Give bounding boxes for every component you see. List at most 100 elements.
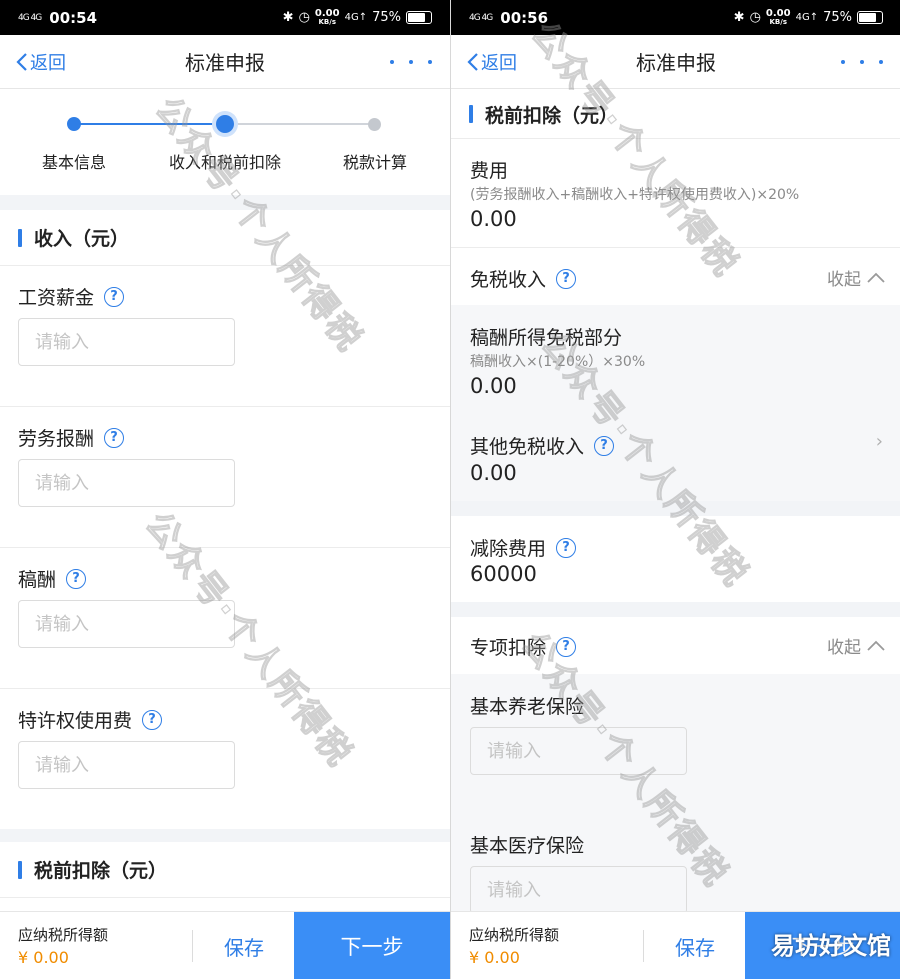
bluetooth-icon: ✱ [733,10,745,25]
taxable-income-label: 应纳税所得额 [469,926,560,944]
screen-left: 4G 4G 00:54 ✱ ◷ 0.00 KB/s 4G↑ 75% 返回 标准申报 [0,0,450,979]
collapse-toggle[interactable]: 收起 [827,633,885,658]
chevron-up-icon [867,272,885,283]
help-icon[interactable]: ? [594,435,615,456]
field-label: 特许权使用费? [18,706,163,733]
taxable-income-label: 应纳税所得额 [18,926,109,944]
row-title: 稿酬所得免税部分 [470,327,623,349]
battery-percent: 75% [823,10,852,25]
taxable-income-amount: ¥ 0.00 [18,948,69,967]
row-value: 0.00 [470,461,517,485]
field-labor: 劳务报酬? [0,407,450,548]
chevron-up-icon [867,640,885,651]
reduction-row: 减除费用? 60000 [451,516,900,602]
back-label: 返回 [481,52,517,74]
row-title: 专项扣除? [470,633,577,660]
field-franchise: 特许权使用费? [0,689,450,829]
section-title: 收入（元） [34,228,130,250]
back-label: 返回 [30,52,66,74]
next-step-button[interactable]: 下一步 [294,912,450,979]
deduction-section-header: 税前扣除（元） [0,842,450,898]
chevron-right-icon[interactable]: › [876,431,883,452]
row-title: 免税收入? [470,265,577,292]
medical-insurance-input[interactable] [470,866,687,914]
section-gap [0,195,450,210]
help-icon[interactable]: ? [556,268,577,289]
taxable-income-amount: ¥ 0.00 [469,948,520,967]
page-title: 标准申报 [185,51,265,75]
step-line-done [74,123,225,125]
page-title: 标准申报 [636,51,716,75]
status-time: 00:54 [49,8,98,27]
field-salary: 工资薪金? [0,266,450,407]
signal-icon: 4G 4G [469,12,493,23]
battery-icon [857,11,883,24]
network-type: 4G↑ [795,12,819,23]
row-value: 0.00 [470,374,517,398]
screen-right: 4G 4G 00:56 ✱ ◷ 0.00 KB/s 4G↑ 75% 返回 标准申报… [451,0,900,979]
row-value: 0.00 [470,207,517,231]
help-icon[interactable]: ? [66,568,87,589]
alarm-icon: ◷ [749,10,761,25]
more-menu-icon[interactable] [841,59,883,64]
labor-income-input[interactable] [18,459,235,507]
status-time: 00:56 [500,8,549,27]
row-formula: (劳务报酬收入+稿酬收入+特许权使用费收入)×20% [470,187,800,203]
save-button[interactable]: 保存 [196,912,292,979]
net-speed: 0.00 KB/s [314,7,340,26]
section-gap [0,829,450,842]
bluetooth-icon: ✱ [282,10,294,25]
save-button[interactable]: 保存 [647,912,743,979]
franchise-fee-input[interactable] [18,741,235,789]
section-gap [451,602,900,617]
row-formula: 稿酬收入×(1-20%）×30% [470,354,646,370]
status-bar: 4G 4G 00:56 ✱ ◷ 0.00 KB/s 4G↑ 75% [451,0,900,35]
nav-bar: 返回 标准申报 [0,35,450,89]
next-step-button[interactable]: 下一步 [745,912,900,979]
divider [643,930,644,962]
step-dot-1 [67,117,81,131]
section-title: 税前扣除（元） [34,860,168,882]
chevron-left-icon [16,52,27,71]
field-label: 基本养老保险 [470,696,585,718]
pension-insurance-input[interactable] [470,727,687,775]
progress-stepper: 基本信息 收入和税前扣除 税款计算 [0,90,450,195]
back-button[interactable]: 返回 [467,49,517,75]
other-tax-free-title[interactable]: 其他免税收入? [470,432,615,459]
help-icon[interactable]: ? [556,537,577,558]
more-menu-icon[interactable] [390,59,432,64]
help-icon[interactable]: ? [142,709,163,730]
salary-input[interactable] [18,318,235,366]
battery-percent: 75% [372,10,401,25]
step-label-1: 基本信息 [41,153,106,172]
section-gap [451,501,900,516]
status-bar: 4G 4G 00:54 ✱ ◷ 0.00 KB/s 4G↑ 75% [0,0,450,35]
bottom-bar: 应纳税所得额 ¥ 0.00 保存 下一步 [0,911,450,979]
field-label: 稿酬? [18,565,87,592]
tax-free-details: 稿酬所得免税部分 稿酬收入×(1-20%）×30% 0.00 其他免税收入? ›… [451,305,900,501]
special-deduction-header[interactable]: 专项扣除? 收起 [451,617,900,674]
section-marker [18,860,22,879]
step-label-2: 收入和税前扣除 [168,153,281,172]
nav-bar: 返回 标准申报 [451,35,900,89]
help-icon[interactable]: ? [556,636,577,657]
tax-free-income-header[interactable]: 免税收入? 收起 [451,249,900,305]
field-label: 基本医疗保险 [470,835,585,857]
deduction-section-header: 税前扣除（元） [451,90,900,139]
section-title: 税前扣除（元） [485,104,619,127]
network-type: 4G↑ [344,12,368,23]
help-icon[interactable]: ? [104,427,125,448]
collapse-toggle[interactable]: 收起 [827,265,885,290]
alarm-icon: ◷ [298,10,310,25]
step-dot-2 [216,115,234,133]
row-value: 60000 [470,562,537,586]
step-line-pending [225,123,375,125]
royalty-input[interactable] [18,600,235,648]
help-icon[interactable]: ? [104,286,125,307]
section-marker [18,228,22,247]
screens: 4G 4G 00:54 ✱ ◷ 0.00 KB/s 4G↑ 75% 返回 标准申报 [0,0,900,979]
signal-icon: 4G 4G [18,12,42,23]
chevron-left-icon [467,52,478,71]
back-button[interactable]: 返回 [16,49,66,75]
step-label-3: 税款计算 [342,153,407,172]
